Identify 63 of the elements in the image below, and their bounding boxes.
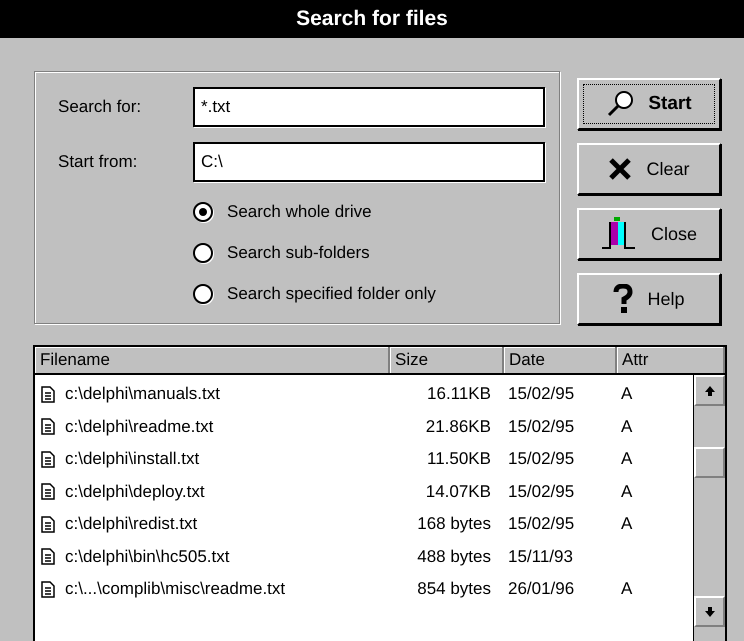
- scroll-up-button[interactable]: [694, 375, 725, 406]
- table-cell-text: 15/02/95: [507, 384, 576, 404]
- table-cell: c:\delphi\install.txt: [65, 449, 200, 470]
- radio-button[interactable]: [193, 202, 213, 222]
- table-cell-text: A: [620, 514, 634, 534]
- question-mark-icon: [613, 284, 634, 314]
- up-arrow-icon: [704, 386, 714, 396]
- document-icon: [41, 580, 55, 598]
- radio-button[interactable]: [193, 284, 213, 304]
- table-cell: c:\delphi\bin\hc505.txt: [65, 546, 230, 567]
- table-cell-text: 15/02/95: [507, 449, 576, 470]
- column-header[interactable]: Filename: [35, 347, 390, 373]
- down-arrow-icon: [704, 606, 714, 616]
- table-cell-text: A: [620, 384, 634, 404]
- door-icon: [600, 216, 637, 252]
- magnifier-icon: [606, 90, 634, 118]
- input-field[interactable]: C:\: [193, 142, 545, 182]
- scrollbar[interactable]: [693, 375, 725, 641]
- radio-label: Search specified folder only: [227, 284, 436, 304]
- radio-label: Search sub-folders: [227, 243, 370, 263]
- table-cell-text: A: [620, 579, 634, 600]
- table-cell-text: 14.07KB: [424, 482, 492, 502]
- table-cell: c:\delphi\readme.txt: [65, 416, 214, 437]
- close-button[interactable]: Close: [577, 208, 721, 260]
- table-cell-text: A: [620, 416, 634, 437]
- table-cell-text: 16.11KB: [426, 384, 492, 404]
- table-cell-text: 168 bytes: [416, 514, 492, 534]
- table-cell: c:\delphi\manuals.txt: [65, 384, 220, 404]
- table-cell: c:\delphi\redist.txt: [65, 514, 198, 534]
- document-icon: [41, 418, 55, 436]
- radio-label: Search whole drive: [227, 202, 372, 222]
- table-cell: c:\delphi\deploy.txt: [65, 482, 205, 502]
- window-title: Search for files: [0, 0, 744, 38]
- document-icon: [41, 450, 55, 468]
- help-button[interactable]: Help: [577, 273, 721, 325]
- table-cell: c:\...\complib\misc\readme.txt: [65, 579, 286, 600]
- table-cell-text: 15/02/95: [507, 482, 576, 502]
- input-field[interactable]: *.txt: [193, 87, 545, 127]
- document-icon: [41, 548, 55, 566]
- column-header[interactable]: Date: [504, 347, 617, 373]
- column-header[interactable]: Attr: [617, 347, 725, 373]
- clear-button[interactable]: Clear: [577, 143, 721, 195]
- field-label: Start from:: [57, 152, 138, 172]
- table-cell-text: 15/11/93: [507, 546, 574, 567]
- document-icon: [41, 516, 55, 533]
- table-cell-text: A: [620, 482, 634, 502]
- radio-button[interactable]: [193, 243, 213, 263]
- table-cell-text: 26/01/96: [507, 579, 576, 600]
- document-icon: [41, 386, 55, 403]
- table-cell-text: 15/02/95: [507, 416, 576, 437]
- table-cell-text: A: [620, 449, 634, 470]
- scroll-thumb[interactable]: [694, 447, 725, 478]
- scroll-down-button[interactable]: [694, 596, 725, 627]
- search-button[interactable]: Start: [577, 78, 721, 130]
- column-header[interactable]: Size: [390, 347, 504, 373]
- document-icon: [41, 483, 55, 500]
- cross-icon: [608, 158, 632, 180]
- table-cell-text: 854 bytes: [416, 579, 492, 600]
- table-cell-text: 15/02/95: [507, 514, 576, 534]
- field-label: Search for:: [57, 97, 142, 117]
- table-cell-text: 11.50KB: [426, 449, 492, 470]
- table-cell-text: 21.86KB: [424, 416, 492, 437]
- table-cell-text: 488 bytes: [416, 546, 492, 567]
